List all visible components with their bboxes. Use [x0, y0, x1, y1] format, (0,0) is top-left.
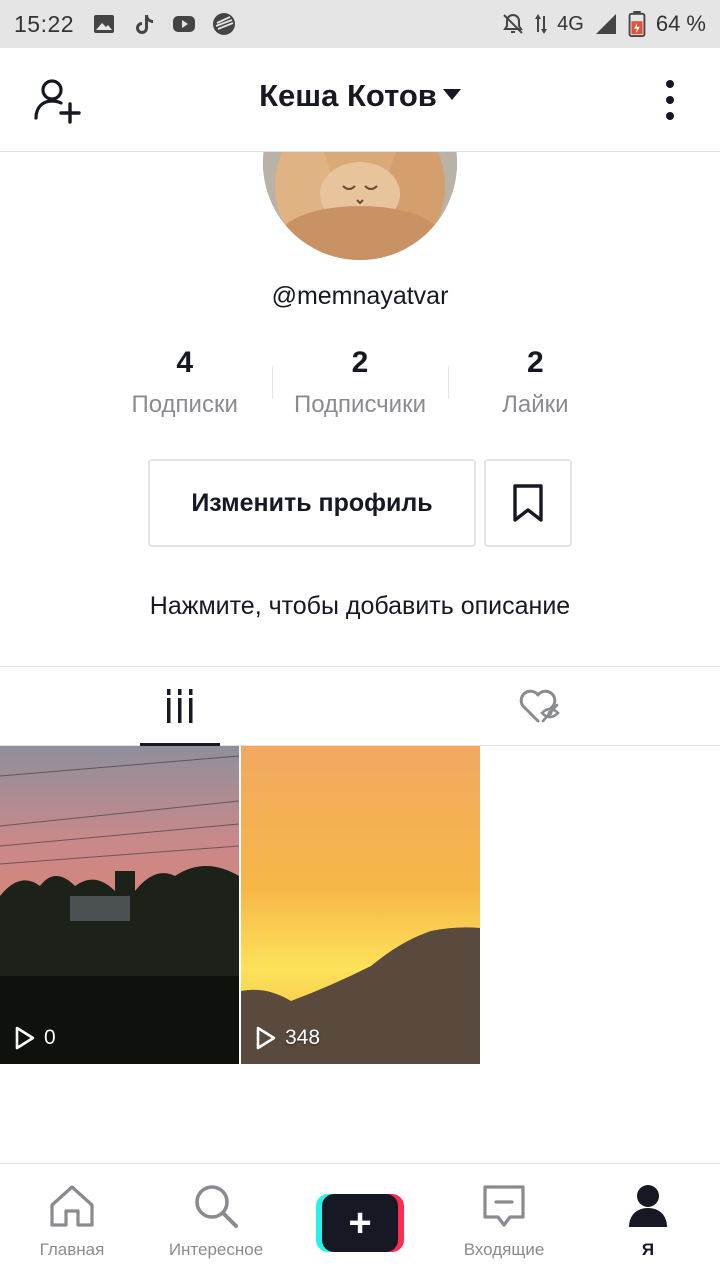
edit-profile-button[interactable]: Изменить профиль [148, 459, 476, 547]
bookmark-button[interactable] [484, 459, 572, 547]
username: @memnayatvar [271, 282, 449, 310]
heart-hidden-icon [519, 689, 560, 723]
nav-profile[interactable]: Я [578, 1182, 718, 1260]
gallery-icon [92, 12, 116, 36]
status-bar: 15:22 4G 64 % [0, 0, 720, 48]
caret-down-icon [442, 89, 461, 101]
page-title: Кеша Котов [259, 78, 437, 113]
video-thumbnail[interactable]: 0 [0, 746, 239, 1064]
bio-placeholder[interactable]: Нажмите, чтобы добавить описание [0, 592, 720, 621]
profile-header: Кеша Котов [0, 48, 720, 152]
status-notification-icons [92, 12, 236, 36]
sberbank-icon [212, 12, 236, 36]
nav-label: Я [641, 1240, 655, 1259]
create-button[interactable]: + [316, 1194, 404, 1252]
stat-label: Подписки [131, 391, 238, 418]
nav-inbox[interactable]: Входящие [434, 1182, 574, 1260]
stat-value: 4 [176, 346, 193, 379]
network-type: 4G [557, 12, 584, 35]
nav-home[interactable]: Главная [2, 1182, 142, 1260]
stat-likes[interactable]: 2 Лайки [447, 345, 623, 425]
profile-icon [622, 1182, 674, 1230]
play-icon [256, 1026, 276, 1050]
nav-label: Главная [39, 1240, 105, 1259]
data-arrows-icon [535, 12, 548, 36]
signal-icon [594, 12, 618, 36]
mute-bell-icon [501, 12, 525, 36]
stat-following[interactable]: 4 Подписки [97, 345, 272, 425]
play-count: 0 [14, 1026, 56, 1050]
video-grid: 0 348 [0, 746, 720, 1064]
play-icon [15, 1026, 35, 1050]
play-count-value: 348 [285, 1026, 321, 1049]
status-system-icons: 4G 64 % [501, 11, 706, 37]
stat-label: Подписчики [293, 391, 426, 418]
content-tabs [0, 666, 720, 746]
video-thumbnail[interactable]: 348 [241, 746, 480, 1064]
nav-discover[interactable]: Интересное [146, 1182, 286, 1260]
play-count: 348 [255, 1026, 320, 1050]
stat-value: 2 [351, 346, 369, 379]
tab-videos[interactable] [140, 667, 220, 745]
profile-stats: 4 Подписки 2 Подписчики 2 Лайки [97, 345, 623, 425]
battery-icon [628, 11, 646, 37]
search-icon [190, 1182, 242, 1230]
bookmark-icon [513, 484, 543, 522]
sunset-trees-thumbnail [0, 746, 239, 1064]
nav-label: Входящие [463, 1240, 545, 1259]
bottom-nav: Главная Интересное + Входящие Я [0, 1163, 720, 1280]
inbox-icon [478, 1182, 530, 1230]
plus-icon: + [322, 1194, 398, 1252]
more-vertical-icon[interactable] [658, 80, 682, 120]
tiktok-icon [132, 12, 156, 36]
tab-liked-private[interactable] [500, 667, 580, 745]
battery-percent: 64 % [655, 11, 706, 36]
stat-label: Лайки [502, 391, 569, 418]
stat-value: 2 [526, 346, 544, 379]
youtube-icon [172, 12, 196, 36]
grid-icon [167, 689, 193, 723]
home-icon [46, 1182, 98, 1230]
yellow-sunset-thumbnail [241, 746, 480, 1064]
nav-label: Интересное [168, 1240, 264, 1259]
status-time: 15:22 [14, 10, 75, 37]
play-count-value: 0 [44, 1026, 56, 1049]
account-switcher[interactable]: Кеша Котов [0, 78, 720, 114]
stat-followers[interactable]: 2 Подписчики [272, 345, 447, 425]
